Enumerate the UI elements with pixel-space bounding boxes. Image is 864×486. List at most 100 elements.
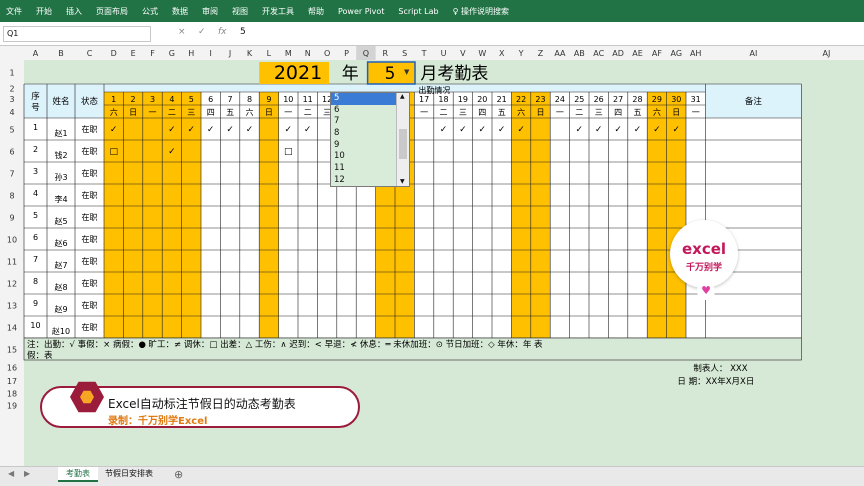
dropdown-option[interactable]: 7 [331,116,397,128]
column-header[interactable]: F [150,49,155,58]
column-header[interactable]: AC [593,49,604,58]
title-month[interactable]: 5 [385,64,396,84]
name-box[interactable]: Q1 [3,26,151,42]
column-header[interactable]: C [87,49,93,58]
row-header[interactable]: 9 [9,214,14,223]
column-header[interactable]: AE [632,49,643,58]
attendance-mark[interactable]: ✓ [285,125,293,135]
dropdown-option[interactable]: 12 [331,175,397,187]
attendance-mark[interactable]: □ [109,147,118,157]
dropdown-option[interactable]: 9 [331,140,397,152]
ribbon-tab[interactable]: 审阅 [202,6,218,17]
attendance-mark[interactable]: ✓ [168,147,176,157]
attendance-mark[interactable]: ✓ [459,125,467,135]
dropdown-option[interactable]: 11 [331,163,397,175]
ribbon-tab[interactable]: 数据 [172,6,188,17]
row-header[interactable]: 2 [9,85,14,94]
column-header[interactable]: Q [363,49,369,58]
month-dropdown[interactable]: 5 6 7 8 9 10 11 12 ▲ ▼ [330,92,410,187]
column-header[interactable]: J [228,49,231,58]
column-header[interactable]: O [324,49,330,58]
column-header[interactable]: D [111,49,117,58]
attendance-mark[interactable]: ✓ [479,125,487,135]
row-header[interactable]: 6 [9,148,14,157]
ribbon-tab[interactable]: 公式 [142,6,158,17]
column-header[interactable]: S [402,49,407,58]
scroll-down-icon[interactable]: ▼ [400,178,405,185]
row-header[interactable]: 5 [9,126,14,135]
attendance-mark[interactable]: ✓ [634,125,642,135]
formula-input[interactable]: 5 [240,27,246,37]
column-header[interactable]: AJ [822,49,830,58]
column-header[interactable]: Y [518,49,524,58]
ribbon-tab[interactable]: 开始 [36,6,52,17]
column-header[interactable]: AI [749,49,757,58]
row-header[interactable]: 1 [9,69,14,78]
attendance-mark[interactable]: ✓ [168,125,176,135]
column-header[interactable]: T [421,49,427,58]
attendance-mark[interactable]: ✓ [614,125,622,135]
attendance-mark[interactable]: ✓ [673,125,681,135]
column-header[interactable]: H [188,49,194,58]
ribbon-tab[interactable]: 开发工具 [262,6,294,17]
attendance-mark[interactable]: ✓ [304,125,312,135]
column-header[interactable]: AF [652,49,662,58]
dropdown-scrollbar[interactable]: ▲ ▼ [396,93,409,186]
attendance-mark[interactable]: ✓ [226,125,234,135]
attendance-mark[interactable]: □ [284,147,293,157]
ribbon-tab[interactable]: 视图 [232,6,248,17]
confirm-icon[interactable]: ✓ [198,27,206,37]
dropdown-option[interactable]: 6 [331,105,397,117]
cancel-icon[interactable]: × [178,27,186,37]
column-header[interactable]: I [210,49,212,58]
column-header[interactable]: G [169,49,175,58]
attendance-mark[interactable]: ✓ [576,125,584,135]
attendance-mark[interactable]: ✓ [188,125,196,135]
attendance-mark[interactable]: ✓ [653,125,661,135]
column-header[interactable]: L [267,49,272,58]
add-sheet-icon[interactable]: ⊕ [174,468,183,481]
column-header[interactable]: B [58,49,64,58]
row-header[interactable]: 12 [7,280,17,289]
column-header[interactable]: N [305,49,311,58]
attendance-mark[interactable]: ✓ [110,125,118,135]
row-header[interactable]: 4 [9,108,14,117]
tab-holidays[interactable]: 节假日安排表 [100,467,158,482]
row-header[interactable]: 14 [7,324,17,333]
attendance-mark[interactable]: ✓ [498,125,506,135]
column-header[interactable]: M [285,49,292,58]
column-header[interactable]: P [344,49,349,58]
column-header[interactable]: AH [690,49,702,58]
row-header[interactable]: 11 [7,258,17,267]
dropdown-option[interactable]: 5 [331,93,397,105]
row-header[interactable]: 15 [7,346,17,355]
title-year[interactable]: 2021 [274,62,322,84]
tab-nav-next-icon[interactable]: ▶ [24,469,30,478]
column-header[interactable]: AB [574,49,585,58]
row-header[interactable]: 18 [7,390,17,399]
row-header[interactable]: 17 [7,377,17,386]
attendance-mark[interactable]: ✓ [246,125,254,135]
row-header[interactable]: 13 [7,302,17,311]
column-header[interactable]: U [441,49,447,58]
column-header[interactable]: AG [671,49,683,58]
dropdown-arrow-icon[interactable]: ▼ [404,68,410,76]
ribbon-tab[interactable]: 文件 [6,6,22,17]
row-header[interactable]: 3 [9,95,14,104]
tab-nav-prev-icon[interactable]: ◀ [8,469,14,478]
ribbon-tab[interactable]: Script Lab [398,7,438,16]
row-header[interactable]: 19 [7,402,17,411]
column-header[interactable]: X [499,49,505,58]
column-header[interactable]: E [131,49,136,58]
ribbon-tab[interactable]: 插入 [66,6,82,17]
column-header[interactable]: Z [538,49,544,58]
row-header[interactable]: 8 [9,192,14,201]
attendance-mark[interactable]: ✓ [595,125,603,135]
attendance-mark[interactable]: ✓ [207,125,215,135]
tab-attendance[interactable]: 考勤表 [58,467,98,482]
dropdown-option[interactable]: 8 [331,128,397,140]
fx-icon[interactable]: fx [218,27,227,37]
ribbon-tab[interactable]: 页面布局 [96,6,128,17]
column-header[interactable]: A [33,49,39,58]
scroll-thumb[interactable] [399,129,407,159]
